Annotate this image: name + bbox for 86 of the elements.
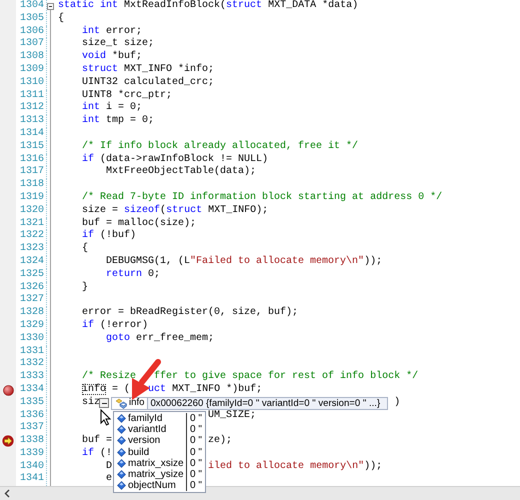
line-number: 1315 [16,140,47,154]
mouse-cursor-icon [100,409,112,426]
code-line: goto err_free_mem; [106,332,214,344]
line-number: 1308 [16,51,47,64]
field-icon [117,436,126,446]
code-line: UINT8 *crc_ptr; [82,90,172,101]
code-line: if (! [82,448,112,459]
code-line: iled to allocate memory\n")); [208,460,382,472]
code-line: { [58,12,64,24]
member-value: 0 " [186,468,205,480]
code-line: int error; [82,26,142,37]
line-number: 1329 [16,320,47,333]
breakpoint-icon[interactable] [2,384,14,396]
field-icon [117,458,126,468]
code-line: DEBUGMSG(1, (L"Failed to allocate memory\n")); [106,256,382,267]
code-line: UM_SIZE; [208,410,256,420]
line-number: 1338 [16,435,47,448]
field-icon [117,481,126,490]
collapse-icon[interactable] [99,398,109,408]
scroll-left-icon[interactable] [4,489,10,498]
line-number: 1319 [16,192,47,205]
line-number: 1339 [16,448,47,461]
code-line: int i = 0; [82,102,142,114]
variable-name: info [129,397,144,410]
code-line: size_t size; [82,38,154,50]
code-line: int tmp = 0; [82,115,154,126]
variable-value: 0x00062260 {familyId=0 " variantId=0 " version=0 " ...} [148,397,388,410]
field-icon [117,414,126,424]
member-value: 0 " [186,435,205,447]
code-line: return 0; [106,268,160,280]
code-line: /* Resize ffer to give space for rest of info block */ [82,371,418,382]
code-line: if (data->rawInfoBlock != NULL) [82,154,268,165]
member-name[interactable]: matrix_xsize [126,458,186,469]
line-number: 1305 [16,12,47,26]
collapse-icon[interactable] [47,2,54,10]
code-line: ) [394,396,400,408]
line-number: 1313 [16,115,47,128]
code-line: struct MXT_INFO *info; [82,64,214,75]
line-number: 1328 [16,307,47,320]
member-value: 0 " [186,424,205,436]
member-value: 0 " [186,480,205,492]
code-line: /* Read 7-byte ID information block starting at address 0 */ [82,192,442,203]
member-name[interactable]: version [126,435,186,447]
line-number: 1324 [16,256,47,269]
field-icon [117,470,126,480]
line-number: 1318 [16,179,47,192]
line-number: 1330 [16,332,47,346]
line-number: 1333 [16,371,47,384]
member-name[interactable]: variantId [126,424,186,436]
code-line: MxtFreeObjectTable(data); [106,166,256,178]
code-line: static int MxtReadInfoBlock(struct MXT_DATA *data) [58,0,358,11]
code-line: void *buf; [82,51,142,62]
code-line: /* If info block already allocated, free it */ [82,140,358,152]
code-line: } [82,282,88,293]
field-icon [117,425,126,434]
code-line: if (!error) [82,320,148,331]
member-name[interactable]: familyId [126,413,186,424]
line-number: 1323 [16,243,47,256]
object-icon [115,398,127,409]
code-line: size = sizeof(struct MXT_INFO); [82,204,268,216]
code-line: siz [82,396,100,408]
line-number: 1314 [16,128,47,141]
member-name[interactable]: build [126,446,186,458]
code-line: if (!buf) [82,230,136,242]
member-value: 0 " [186,446,205,458]
line-number: 1320 [16,204,47,218]
member-name[interactable]: matrix_ysize [126,468,186,480]
code-line: e [106,473,112,484]
line-number: 1334 [16,384,47,397]
line-number: 1310 [16,76,47,90]
line-number: 1325 [16,268,47,282]
member-value: 0 " [186,458,205,469]
member-name[interactable]: objectNum [126,480,186,492]
field-icon [117,448,126,457]
code-line: buf = malloc(size); [82,218,196,229]
code-line: buf = [82,435,112,446]
code-line: UINT32 calculated_crc; [82,76,214,88]
breakpoint-margin[interactable] [0,384,16,397]
code-line: ze); [208,435,232,446]
line-number: 1335 [16,396,47,410]
code-line: info = ( uct MXT_INFO *)buf; [82,384,262,395]
member-value: 0 " [186,413,205,424]
code-line: D [106,460,112,472]
code-line: { [82,243,88,254]
code-line: error = bReadRegister(0, size, buf); [82,307,298,318]
line-number: 1309 [16,64,47,77]
